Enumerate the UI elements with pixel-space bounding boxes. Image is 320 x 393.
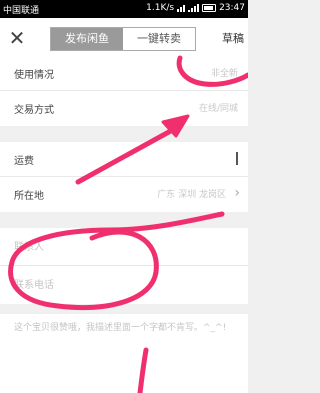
condition-value: 非全新 [210,69,238,79]
contact-person-input[interactable]: 联系人 [14,238,44,253]
tab-one-click-resell[interactable]: 一键转卖 [123,28,195,50]
contact-section: 联系人 联系电话 [0,228,248,304]
publish-mode-tabs: 发布闲鱼 一键转卖 [50,27,196,51]
signal-icon [188,4,200,12]
description-section: 这个宝贝很赞哦，我描述里面一个字都不肯写。^_^! [0,314,248,393]
status-bar: 中国联通 1.1K/s 23:47 [0,0,248,18]
shipping-input-cursor[interactable] [236,152,238,165]
location-row[interactable]: 所在地 广东 深圳 龙岗区 › [0,177,248,212]
network-speed: 1.1K/s [146,3,175,13]
contact-person-row[interactable]: 联系人 [0,228,248,266]
top-toolbar: ✕ 发布闲鱼 一键转卖 草稿 [0,18,248,60]
clock: 23:47 [219,3,245,13]
trade-method-label: 交易方式 [14,105,54,116]
carrier-name: 中国联通 [3,6,40,16]
location-value: 广东 深圳 龙岗区 [157,190,226,200]
wifi-icon [177,4,186,12]
status-icons: 1.1K/s 23:47 [146,3,245,13]
tab-publish-xianyu[interactable]: 发布闲鱼 [51,28,123,50]
shipping-label: 运费 [14,156,34,167]
description-input[interactable]: 这个宝贝很赞哦，我描述里面一个字都不肯写。^_^! [14,322,239,334]
condition-row[interactable]: 使用情况 非全新 [0,56,248,91]
trade-method-value: 在线/同城 [198,104,238,114]
shipping-section: 运费 所在地 广东 深圳 龙岗区 › [0,142,248,212]
condition-label: 使用情况 [14,70,54,81]
close-icon[interactable]: ✕ [6,27,28,49]
contact-phone-row[interactable]: 联系电话 [0,266,248,304]
battery-icon [202,4,217,12]
location-label: 所在地 [14,191,44,202]
item-info-section: 使用情况 非全新 交易方式 在线/同城 [0,56,248,126]
trade-method-row[interactable]: 交易方式 在线/同城 [0,91,248,126]
chevron-right-icon: › [234,185,240,201]
shipping-row[interactable]: 运费 [0,142,248,177]
draft-button[interactable]: 草稿 [222,30,244,46]
contact-phone-input[interactable]: 联系电话 [14,276,54,291]
